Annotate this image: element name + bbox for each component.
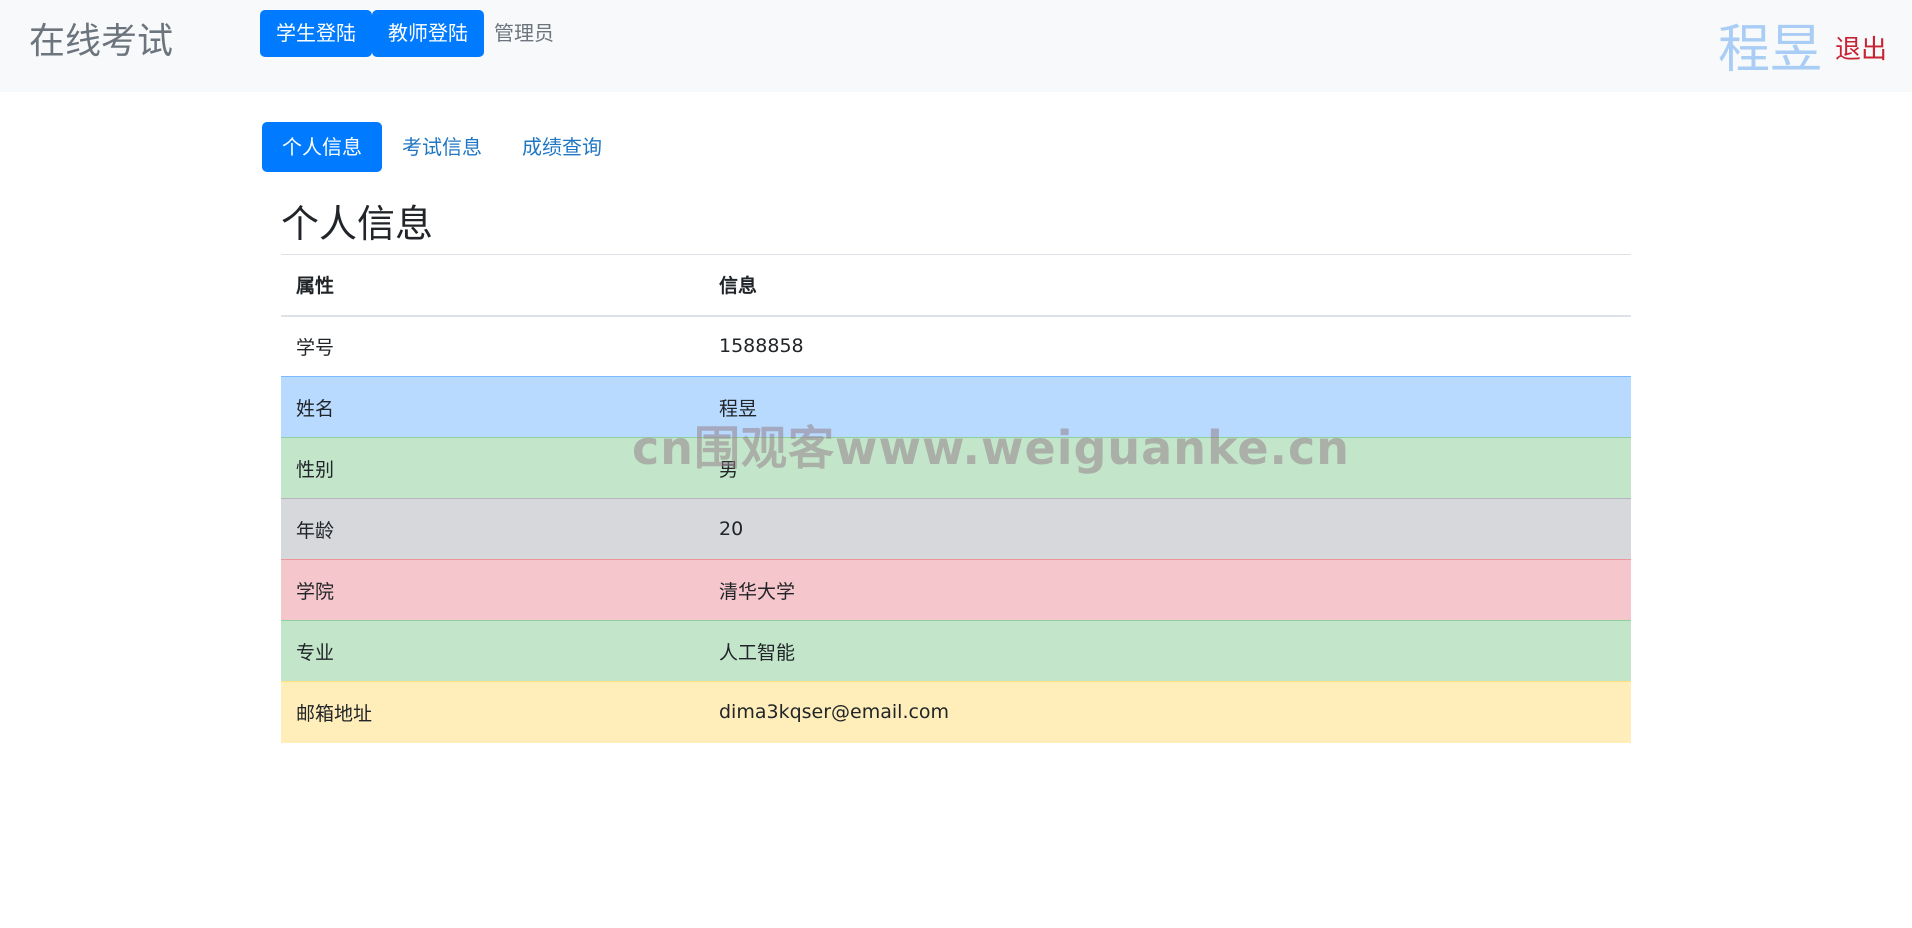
table-row: 姓名 程昱 [281,376,1631,438]
user-name: 程昱 [1717,20,1822,80]
tab-exam-info[interactable]: 考试信息 [402,122,482,172]
row-attribute: 姓名 [281,376,704,438]
row-attribute: 学号 [281,315,704,377]
table-row: 学号 1588858 [281,315,1631,377]
page-title: 个人信息 [281,202,434,246]
teacher-login-button[interactable]: 教师登陆 [372,10,484,57]
row-value: 男 [704,437,1631,499]
brand-link[interactable]: 在线考试 [29,20,173,64]
row-attribute: 专业 [281,620,704,682]
info-table: 属性 信息 学号 1588858 姓名 程昱 性别 男 年龄 20 学院 清华大… [281,254,1631,743]
logout-link[interactable]: 退出 [1835,32,1887,68]
row-value: 20 [704,498,1631,560]
row-value: dima3kqser@email.com [704,681,1631,743]
table-row: 性别 男 [281,437,1631,499]
table-row: 年龄 20 [281,498,1631,560]
row-value: 清华大学 [704,559,1631,621]
row-value: 程昱 [704,376,1631,438]
row-attribute: 年龄 [281,498,704,560]
row-attribute: 学院 [281,559,704,621]
header-attribute: 属性 [281,254,704,317]
row-attribute: 性别 [281,437,704,499]
tab-personal-info[interactable]: 个人信息 [262,122,382,172]
tab-score-query[interactable]: 成绩查询 [522,122,602,172]
row-value: 人工智能 [704,620,1631,682]
top-navbar: 在线考试 学生登陆 教师登陆 管理员 程昱 退出 [0,0,1912,92]
header-info: 信息 [704,254,1631,317]
student-login-button[interactable]: 学生登陆 [260,10,372,57]
row-attribute: 邮箱地址 [281,681,704,743]
admin-link[interactable]: 管理员 [494,10,554,57]
table-header-row: 属性 信息 [281,254,1631,317]
table-row: 邮箱地址 dima3kqser@email.com [281,681,1631,743]
row-value: 1588858 [704,315,1631,377]
table-row: 学院 清华大学 [281,559,1631,621]
table-row: 专业 人工智能 [281,620,1631,682]
